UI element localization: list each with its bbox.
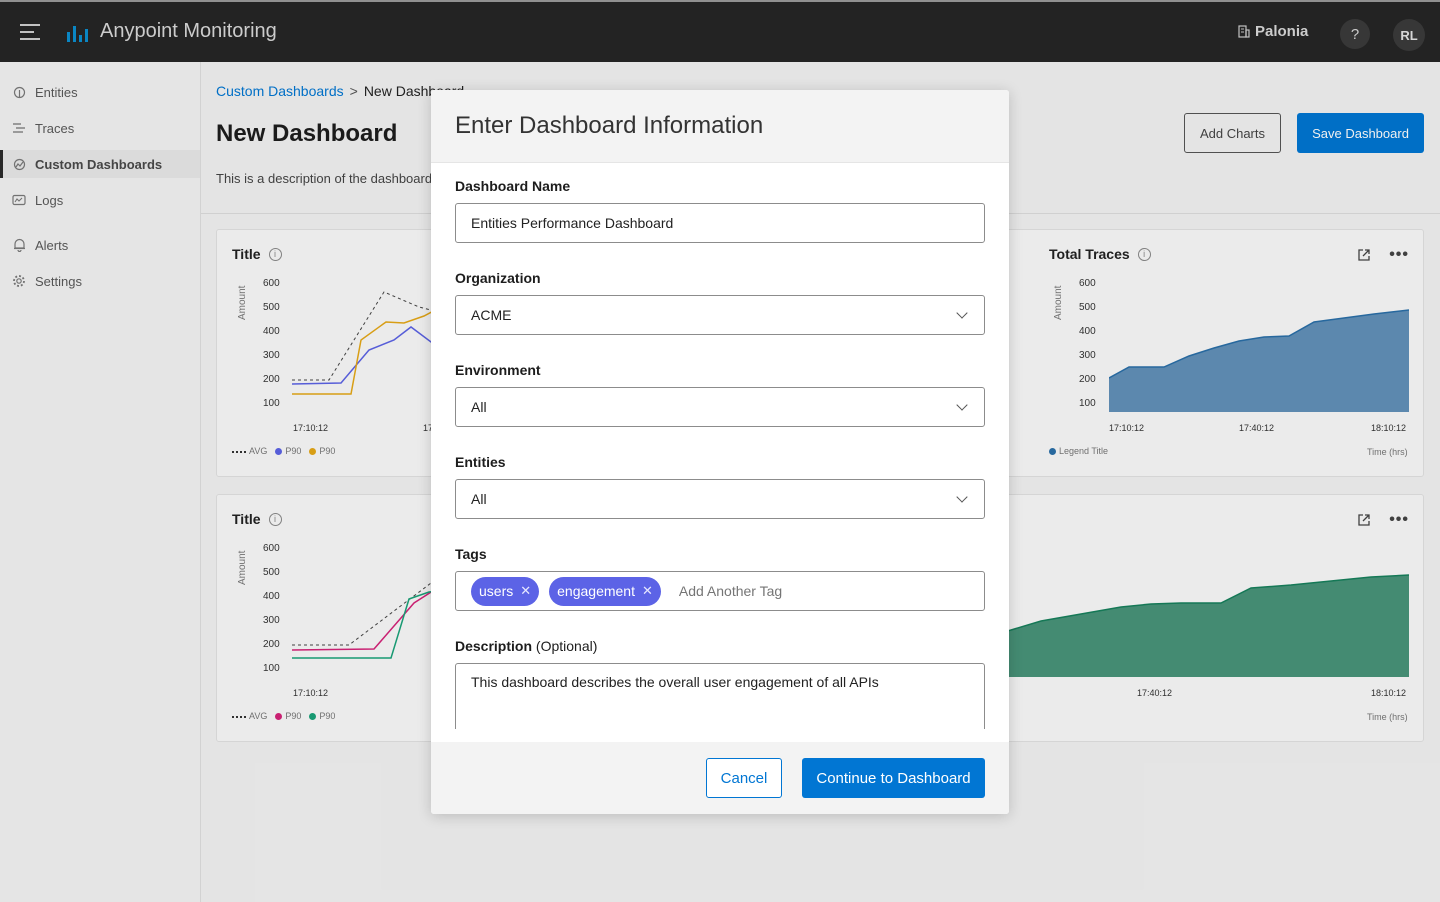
add-tag-input[interactable] [678,583,879,599]
tag-chip: users ✕ [471,576,540,606]
entities-value: All [471,491,487,507]
description-textarea[interactable]: This dashboard describes the overall use… [455,663,985,729]
organization-label: Organization [455,270,541,286]
chevron-down-icon [956,307,968,319]
entities-select[interactable]: All [455,479,985,519]
dashboard-name-value: Entities Performance Dashboard [471,215,674,231]
tag-label: engagement [557,583,635,599]
remove-tag-icon[interactable]: ✕ [642,583,653,599]
environment-select[interactable]: All [455,387,985,427]
chevron-down-icon [956,399,968,411]
tag-label: users [479,583,514,599]
cancel-button[interactable]: Cancel [706,758,782,798]
chevron-down-icon [956,491,968,503]
tag-chip: engagement ✕ [549,576,661,606]
dashboard-name-input[interactable]: Entities Performance Dashboard [455,203,985,243]
modal-footer: Cancel Continue to Dashboard [431,742,1009,814]
description-value: This dashboard describes the overall use… [471,674,879,690]
dashboard-name-label: Dashboard Name [455,178,571,194]
modal-header: Enter Dashboard Information [431,90,1009,163]
dashboard-info-modal: Enter Dashboard Information Dashboard Na… [431,90,1009,814]
modal-title: Enter Dashboard Information [455,112,764,139]
modal-body: Dashboard Name Entities Performance Dash… [455,163,985,729]
tags-label: Tags [455,546,487,562]
remove-tag-icon[interactable]: ✕ [520,583,531,599]
description-label: Description (Optional) [455,638,598,654]
organization-value: ACME [471,307,512,323]
entities-label: Entities [455,454,506,470]
continue-to-dashboard-button[interactable]: Continue to Dashboard [802,758,985,798]
optional-marker: (Optional) [535,638,598,654]
organization-select[interactable]: ACME [455,295,985,335]
environment-value: All [471,399,487,415]
environment-label: Environment [455,362,541,378]
tags-input[interactable]: users ✕ engagement ✕ [455,571,985,611]
